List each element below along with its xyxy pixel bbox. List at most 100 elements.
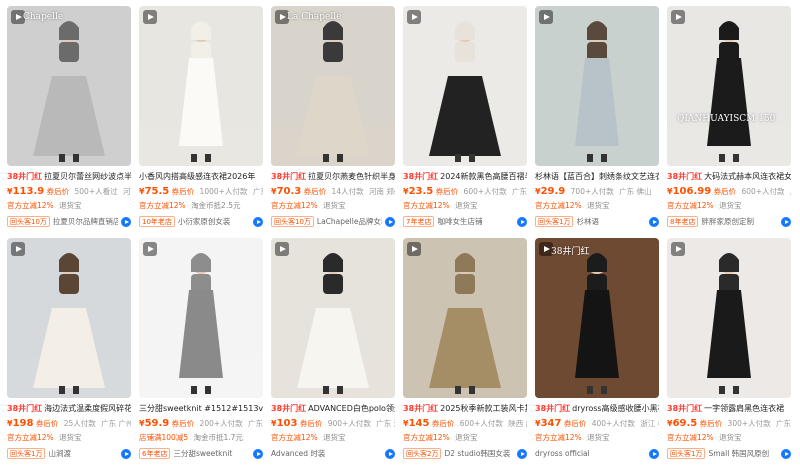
product-title-row[interactable]: 三分甜sweetknit #1512#1513v领针织连衣裙 [139,403,263,415]
enter-shop-icon[interactable] [517,216,527,227]
product-image[interactable] [139,6,263,166]
enter-shop-icon[interactable] [121,216,131,227]
product-card[interactable]: 38井门红2025秋季新款工装风卡其套装 ¥145 券后价 600+人付款 陕西… [400,238,530,466]
enter-shop-icon[interactable] [385,448,395,459]
shop-row[interactable]: 回头客1万 杉林语 [535,215,659,228]
product-image[interactable]: 38井门红 [535,238,659,398]
product-image[interactable]: La Chapelle [271,6,395,166]
product-card[interactable]: 38井门红2024新款黑色高腰百褶半身裙 ¥23.5 券后价 600+人付款 广… [400,6,530,234]
ship-location: 陕西 咸阳 [508,419,527,428]
product-card[interactable]: 杉林语【蓝百合】刺绣条纹文艺连衣裙 ¥29.9 700+人付款 广东 佛山 官方… [532,6,662,234]
shop-row[interactable]: 10年老店 小衍家原创女装 [139,215,263,228]
product-title-row[interactable]: 38井门红 大码法式赫本风连衣裙女 [667,171,791,183]
product-title-row[interactable]: 38井门红2024新款黑色高腰百褶半身裙 [403,171,527,183]
product-title-row[interactable]: 38井门红海边法式温柔度假风碎花连衣裙 [7,403,131,415]
shop-name[interactable]: dryross official [535,447,646,460]
product-image[interactable]: Chapelle [7,6,131,166]
enter-shop-icon[interactable] [781,448,791,459]
play-video-icon[interactable] [143,10,157,24]
shop-name[interactable]: Advanced 时装 [271,447,382,460]
shop-row[interactable]: 8年老店 胖胖家原创定制 [667,215,791,228]
product-title[interactable]: 杉林语【蓝百合】刺绣条纹文艺连衣裙 [535,172,659,181]
enter-shop-icon[interactable] [385,216,395,227]
product-card[interactable]: 三分甜sweetknit #1512#1513v领针织连衣裙 ¥59.9 券后价… [136,238,266,466]
product-image[interactable]: QIANHUAYISCM 150 [667,6,791,166]
enter-shop-icon[interactable] [781,216,791,227]
enter-shop-icon[interactable] [649,216,659,227]
product-title-row[interactable]: 小香风内搭高级感连衣裙2026年 [139,171,263,183]
enter-shop-icon[interactable] [649,448,659,459]
product-image[interactable] [139,238,263,398]
shop-name[interactable]: 小衍家原创女装 [178,215,250,228]
product-title-row[interactable]: 38井门红2025秋季新款工装风卡其套装 [403,403,527,415]
shop-row[interactable]: 回头客1万 山涧渡 [7,447,131,460]
shop-name[interactable]: 拉夏贝尔品牌直销店 [53,215,118,228]
enter-shop-icon[interactable] [253,216,263,227]
play-video-icon[interactable] [11,242,25,256]
product-card[interactable]: QIANHUAYISCM 150 38井门红 大码法式赫本风连衣裙女 ¥106.9… [664,6,794,234]
shop-row[interactable]: Advanced 时装 [271,447,395,460]
product-title[interactable]: 一字领露肩黑色连衣裙 [704,404,784,413]
product-image[interactable] [7,238,131,398]
product-card[interactable]: Chapelle 38井门红拉夏贝尔蕾丝网纱波点半身裙 ¥113.9 券后价 5… [4,6,134,234]
shop-row[interactable]: dryross official [535,447,659,460]
play-video-icon[interactable] [143,242,157,256]
product-title-row[interactable]: 38井门红拉夏贝尔蕾丝网纱波点半身裙 [7,171,131,183]
product-card[interactable]: 38井门红海边法式温柔度假风碎花连衣裙 ¥198 券后价 25人付款 广东 广州… [4,238,134,466]
product-title[interactable]: 2025秋季新款工装风卡其套装 [440,404,527,413]
product-title[interactable]: 海边法式温柔度假风碎花连衣裙 [44,404,131,413]
enter-shop-icon[interactable] [121,448,131,459]
product-title[interactable]: 2024新款黑色高腰百褶半身裙 [440,172,527,181]
enter-shop-icon[interactable] [517,448,527,459]
product-image[interactable] [535,6,659,166]
product-title-row[interactable]: 38井门红 拉夏贝尔燕麦色针织半身裙 [271,171,395,183]
shop-row[interactable]: 回头客1万 Small 韩国风原创 [667,447,791,460]
product-image[interactable] [403,238,527,398]
enter-shop-icon[interactable] [253,448,263,459]
product-price: 106.99 [672,186,712,197]
shop-name[interactable]: 山涧渡 [48,447,118,460]
shop-row[interactable]: 7年老店 咖啡女生店铺 [403,215,527,228]
product-image[interactable] [403,6,527,166]
product-title-row[interactable]: 杉林语【蓝百合】刺绣条纹文艺连衣裙 [535,171,659,183]
shop-row[interactable]: 6年老店 三分甜sweetknit [139,447,263,460]
shop-name[interactable]: 胖胖家原创定制 [701,215,778,228]
shop-name[interactable]: LaChapelle品牌女装 [317,215,382,228]
product-title-row[interactable]: 38井门红dryross高级感收腰小黑裙轻奢优雅 [535,403,659,415]
product-title[interactable]: 小香风内搭高级感连衣裙2026年 [139,172,255,181]
play-video-icon[interactable] [671,10,685,24]
product-card[interactable]: 38井门红一字领露肩黑色连衣裙 ¥69.5 券后价 300+人付款 广东 广州 … [664,238,794,466]
shop-row[interactable]: 回头客2万 D2 studio韩国女装 [403,447,527,460]
product-card[interactable]: La Chapelle 38井门红 拉夏贝尔燕麦色针织半身裙 ¥70.3 券后价 … [268,6,398,234]
shop-name[interactable]: 杉林语 [576,215,646,228]
shop-name[interactable]: 咖啡女生店铺 [437,215,514,228]
shop-name[interactable]: D2 studio韩国女装 [444,447,514,460]
product-title-row[interactable]: 38井门红 一字领露肩黑色连衣裙 [667,403,791,415]
product-price: 145 [408,418,430,429]
play-video-icon[interactable] [671,242,685,256]
product-photo [139,6,263,166]
play-video-icon[interactable] [407,242,421,256]
play-video-icon[interactable] [539,10,553,24]
product-title[interactable]: ADVANCED白色polo领连衣裙 [308,404,395,413]
shop-name[interactable]: Small 韩国风原创 [708,447,778,460]
product-image[interactable] [271,238,395,398]
product-image[interactable] [667,238,791,398]
price-row: ¥113.9 券后价 500+人看过 河南 [7,185,131,198]
play-video-icon[interactable] [407,10,421,24]
product-title[interactable]: 拉夏贝尔蕾丝网纱波点半身裙 [44,172,131,181]
play-video-icon[interactable] [275,242,289,256]
product-title[interactable]: 三分甜sweetknit #1512#1513v领针织连衣裙 [139,404,263,413]
benefit-tag: 官方立减12% [535,433,582,442]
shop-name[interactable]: 三分甜sweetknit [173,447,250,460]
shop-row[interactable]: 回头客10万 LaChapelle品牌女装 [271,215,395,228]
product-card[interactable]: 小香风内搭高级感连衣裙2026年 ¥75.5 券后价 1000+人付款 广东 官… [136,6,266,234]
product-card[interactable]: 38井门红 38井门红dryross高级感收腰小黑裙轻奢优雅 ¥347 券后价 … [532,238,662,466]
product-title-row[interactable]: 38井门红ADVANCED白色polo领连衣裙 [271,403,395,415]
product-title[interactable]: 拉夏贝尔燕麦色针织半身裙 [308,172,395,181]
product-photo [403,238,527,398]
product-title[interactable]: dryross高级感收腰小黑裙轻奢优雅 [572,404,659,413]
product-title[interactable]: 大码法式赫本风连衣裙女 [704,172,791,181]
shop-row[interactable]: 回头客10万 拉夏贝尔品牌直销店 [7,215,131,228]
product-card[interactable]: 38井门红ADVANCED白色polo领连衣裙 ¥103 券后价 900+人付款… [268,238,398,466]
